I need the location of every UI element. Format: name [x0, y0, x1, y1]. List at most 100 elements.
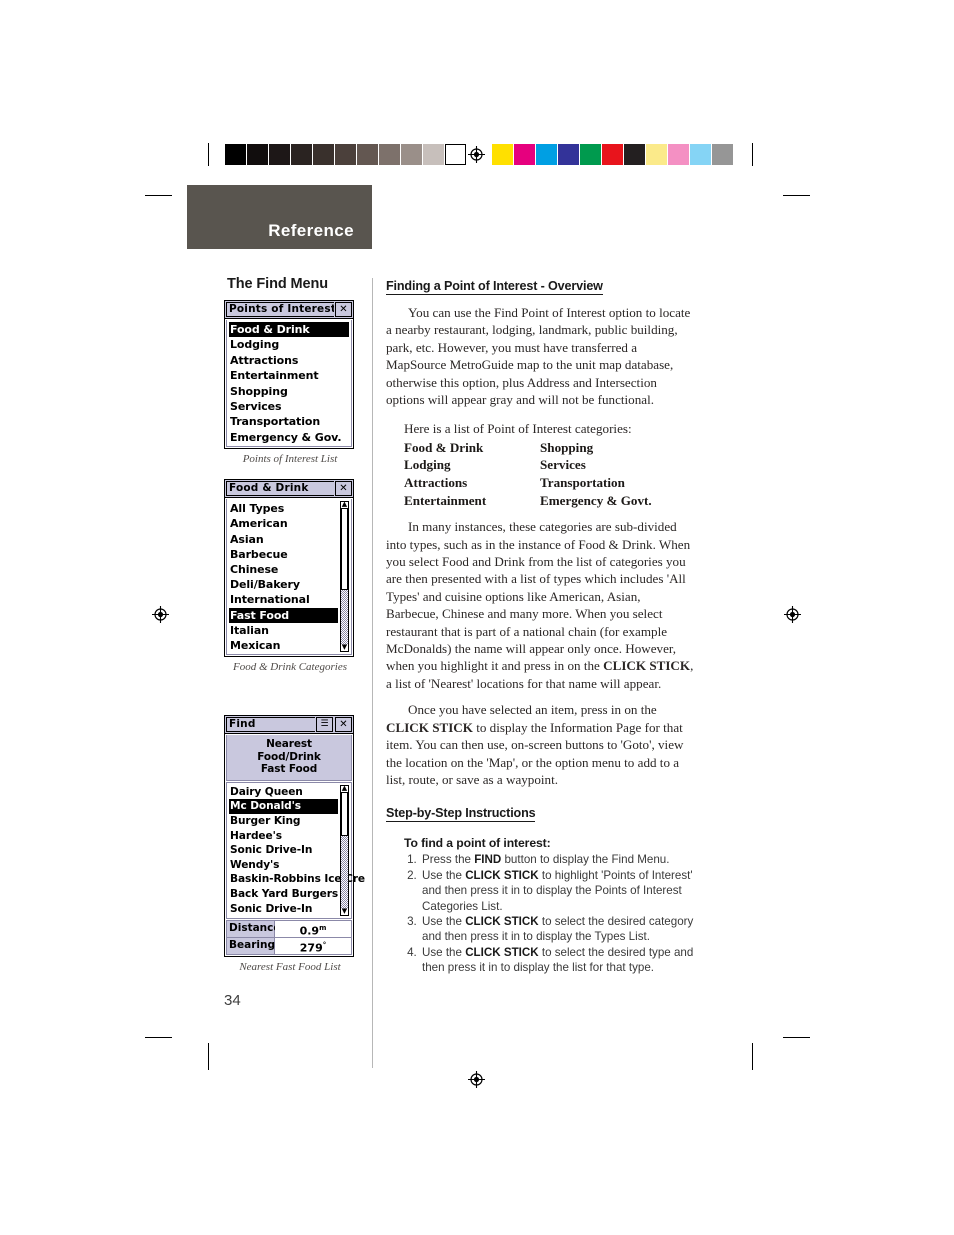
poi-category-5: Transportation [540, 475, 625, 491]
list-item[interactable]: Food & Drink [229, 322, 349, 338]
gray-swatch-5 [335, 144, 356, 165]
page-number: 34 [224, 992, 241, 1009]
list-item[interactable]: American [229, 516, 338, 531]
gray-swatch-2 [269, 144, 290, 165]
list-item[interactable]: Lodging [229, 337, 349, 352]
list-item[interactable]: Shopping [229, 384, 349, 399]
list-item[interactable]: Dairy Queen [229, 785, 338, 800]
list-item[interactable]: Mexican [229, 638, 338, 653]
gray-swatch-6 [357, 144, 378, 165]
list-item[interactable]: Fast Food [229, 607, 338, 623]
color-swatch-6 [624, 144, 645, 165]
list-item[interactable]: Baskin-Robbins Ice Cre [229, 872, 365, 887]
color-swatch-0 [492, 144, 513, 165]
list-item[interactable]: Asian [229, 532, 338, 547]
scrollbar[interactable]: ▲ ▼ [340, 784, 349, 917]
close-icon[interactable]: ✕ [335, 717, 352, 733]
scrollbar-track[interactable] [341, 508, 348, 646]
poi-category-0: Food & Drink [404, 439, 484, 455]
list-item[interactable]: Barbecue [229, 547, 338, 562]
section-heading-overview: Finding a Point of Interest - Overview [386, 279, 603, 295]
poi-category-1: Shopping [540, 439, 594, 455]
prepress-rule-right [752, 143, 753, 166]
close-icon[interactable]: ✕ [335, 302, 352, 317]
section-tab-label: Reference [268, 221, 354, 240]
crop-mark-top-left [145, 195, 172, 196]
menu-icon[interactable]: ☰ [316, 717, 333, 733]
find-results-panel: Dairy Queen Mc Donald's Burger King Hardee'… [226, 781, 365, 920]
list-item[interactable]: Wendy's [229, 858, 338, 873]
poi-category-3: Services [540, 457, 586, 473]
gps-titlebar: Points of Interest ✕ [225, 301, 353, 319]
scrollbar-track[interactable] [341, 791, 348, 910]
overview-paragraph-2: In many instances, these categories are … [386, 518, 696, 692]
scrollbar[interactable]: ▲ ▼ [340, 501, 349, 653]
gray-swatch-9 [423, 144, 444, 165]
left-column: The Find Menu Points of Interest ✕ Food … [224, 276, 365, 987]
overview-p2-bold: CLICK STICK [603, 658, 691, 674]
list-item[interactable]: Italian [229, 623, 338, 638]
step-item-3: Use the CLICK STICK to select the desire… [420, 914, 696, 945]
food-drink-type-list[interactable]: All Types American Asian Barbecue Chinese Del… [229, 501, 338, 653]
gray-swatch-7 [379, 144, 400, 165]
step-instructions-list: Press the FIND button to display the Fin… [404, 852, 696, 975]
color-swatch-1 [514, 144, 535, 165]
list-item[interactable]: Mc Donald's [229, 799, 338, 814]
list-item[interactable]: Sonic Drive-In [229, 843, 338, 858]
find-header-line-1: Nearest [266, 738, 312, 751]
list-item[interactable]: All Types [229, 501, 338, 516]
list-item[interactable]: Services [229, 399, 349, 414]
find-field-label: Distance [227, 921, 281, 938]
scroll-down-icon[interactable]: ▼ [341, 644, 348, 651]
registration-target-icon-left [152, 606, 169, 623]
gray-swatch-8 [401, 144, 422, 165]
find-field-row: Bearing 279° [227, 938, 351, 955]
list-item[interactable]: Emergency & Gov. [229, 430, 349, 445]
left-column-heading: The Find Menu [227, 276, 328, 292]
list-item[interactable]: Attractions [229, 353, 349, 368]
gps-window-body: All Types American Asian Barbecue Chinese Del… [226, 499, 352, 656]
gps-window-points-of-interest: Points of Interest ✕ Food & Drink Lodging… [224, 300, 354, 450]
find-header-line-2: Food/Drink [257, 750, 321, 763]
gray-swatch-3 [291, 144, 312, 165]
find-field-unit: m [319, 924, 327, 933]
step-item-2: Use the CLICK STICK to highlight 'Points… [420, 868, 696, 914]
poi-category-2: Lodging [404, 457, 451, 473]
registration-target-icon [468, 146, 485, 163]
find-field-value: 279° [275, 938, 351, 955]
color-swatch-9 [690, 144, 711, 165]
gray-swatch-0 [225, 144, 246, 165]
list-item[interactable]: Back Yard Burgers [229, 887, 338, 902]
scroll-down-icon[interactable]: ▼ [341, 908, 348, 915]
list-item[interactable]: Hardee's [229, 829, 338, 844]
list-item[interactable]: Chinese [229, 562, 338, 577]
grayscale-swatch-row [225, 144, 467, 165]
scrollbar-thumb[interactable] [341, 791, 348, 837]
gray-swatch-1 [247, 144, 268, 165]
gps-window-find: Find ☰ ✕ Nearest Food/Drink Fast Food Da… [224, 715, 365, 958]
gps-window-body: Food & Drink Lodging Attractions Entertainm… [226, 320, 352, 448]
color-swatch-4 [580, 144, 601, 165]
nearest-fast-food-list[interactable]: Dairy Queen Mc Donald's Burger King Hardee'… [229, 785, 365, 917]
registration-target-icon-bottom [468, 1071, 485, 1088]
list-item[interactable]: Transportation [229, 414, 349, 429]
crop-mark-top-right [783, 195, 810, 196]
color-swatch-row [492, 144, 734, 165]
poi-category-list[interactable]: Food & Drink Lodging Attractions Entertainm… [229, 322, 349, 445]
find-field-row: Distance 0.9m [227, 921, 351, 939]
list-item[interactable]: Sonic Drive-In [229, 902, 338, 917]
list-item[interactable]: Deli/Bakery [229, 577, 338, 592]
poi-category-6: Entertainment [404, 492, 487, 508]
step-item-1: Press the FIND button to display the Fin… [420, 852, 696, 867]
scrollbar-thumb[interactable] [341, 508, 348, 591]
step-text-a: Use the [422, 914, 466, 928]
figure-caption-poi: Points of Interest List [242, 453, 338, 466]
step-item-4: Use the CLICK STICK to select the desire… [420, 945, 696, 976]
layout-spacer [224, 687, 356, 715]
list-item[interactable]: International [229, 592, 338, 607]
close-icon[interactable]: ✕ [335, 481, 352, 497]
list-item[interactable]: Burger King [229, 814, 338, 829]
crop-mark-bottom-v2 [752, 1043, 753, 1070]
list-item[interactable]: Entertainment [229, 368, 349, 383]
color-swatch-5 [602, 144, 623, 165]
